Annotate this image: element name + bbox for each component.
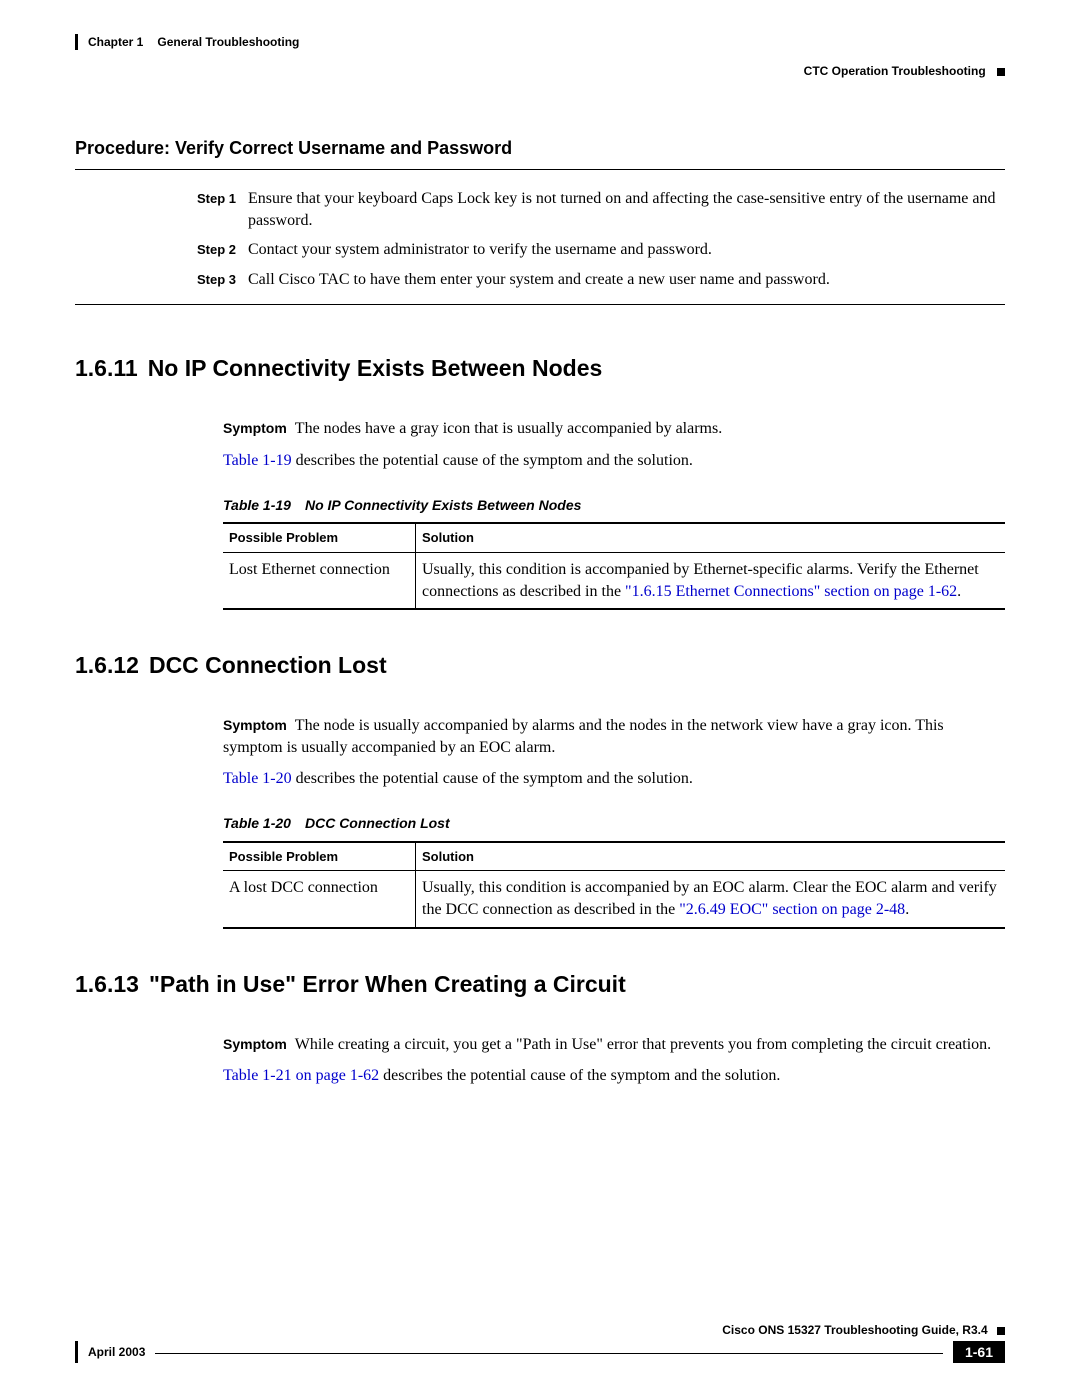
- trouble-table: Possible Problem Solution Lost Ethernet …: [223, 522, 1005, 610]
- section-title: DCC Connection Lost: [149, 652, 387, 679]
- cell-solution: Usually, this condition is accompanied b…: [416, 553, 1006, 610]
- th-solution: Solution: [416, 842, 1006, 871]
- sol-link[interactable]: "1.6.15 Ethernet Connections" section on…: [625, 583, 957, 600]
- section-1-6-11: 1.6.11 No IP Connectivity Exists Between…: [75, 355, 1005, 610]
- chapter-label: Chapter 1: [88, 35, 143, 49]
- section-body: Symptom The nodes have a gray icon that …: [223, 418, 1005, 610]
- desc-after: describes the potential cause of the sym…: [292, 770, 693, 787]
- footer-rule: [155, 1353, 943, 1354]
- table-ref-link[interactable]: Table 1-21 on page 1-62: [223, 1067, 379, 1084]
- desc-para: Table 1-19 describes the potential cause…: [223, 450, 1005, 472]
- footer-bottom-row: April 2003 1-61: [75, 1341, 1005, 1363]
- footer-bar-icon: [75, 1341, 78, 1363]
- sol-after: .: [957, 583, 961, 600]
- caption-title: No IP Connectivity Exists Between Nodes: [305, 497, 581, 513]
- header-bar-icon: [75, 34, 78, 50]
- step-text: Call Cisco TAC to have them enter your s…: [248, 269, 1005, 291]
- table-ref-link[interactable]: Table 1-19: [223, 452, 292, 469]
- symptom-para: Symptom While creating a circuit, you ge…: [223, 1034, 1005, 1056]
- section-heading: 1.6.11 No IP Connectivity Exists Between…: [75, 355, 1005, 382]
- section-heading: 1.6.13 "Path in Use" Error When Creating…: [75, 971, 1005, 998]
- procedure-title: Procedure: Verify Correct Username and P…: [75, 138, 1005, 159]
- steps-list: Step 1 Ensure that your keyboard Caps Lo…: [161, 188, 1005, 290]
- th-problem: Possible Problem: [223, 842, 416, 871]
- symptom-text: The node is usually accompanied by alarm…: [223, 717, 944, 756]
- step-text: Ensure that your keyboard Caps Lock key …: [248, 188, 1005, 231]
- symptom-label: Symptom: [223, 1036, 287, 1052]
- symptom-para: Symptom The node is usually accompanied …: [223, 715, 1005, 758]
- section-body: Symptom The node is usually accompanied …: [223, 715, 1005, 928]
- desc-after: describes the potential cause of the sym…: [379, 1067, 780, 1084]
- section-num: 1.6.13: [75, 971, 139, 998]
- trouble-table: Possible Problem Solution A lost DCC con…: [223, 841, 1005, 929]
- symptom-text: The nodes have a gray icon that is usual…: [295, 420, 722, 437]
- section-num: 1.6.11: [75, 355, 138, 382]
- th-problem: Possible Problem: [223, 523, 416, 552]
- divider: [75, 304, 1005, 305]
- section-heading: 1.6.12 DCC Connection Lost: [75, 652, 1005, 679]
- desc-para: Table 1-20 describes the potential cause…: [223, 768, 1005, 790]
- caption-num: Table 1-19: [223, 497, 291, 513]
- square-icon: [997, 1327, 1005, 1335]
- symptom-label: Symptom: [223, 717, 287, 733]
- table-ref-link[interactable]: Table 1-20: [223, 770, 292, 787]
- square-icon: [997, 68, 1005, 76]
- header-sub: CTC Operation Troubleshooting: [75, 64, 1005, 78]
- footer: Cisco ONS 15327 Troubleshooting Guide, R…: [75, 1323, 1005, 1363]
- th-solution: Solution: [416, 523, 1006, 552]
- sol-link[interactable]: "2.6.49 EOC" section on page 2-48: [679, 901, 905, 918]
- sol-after: .: [905, 901, 909, 918]
- table-caption: Table 1-19 No IP Connectivity Exists Betw…: [223, 496, 1005, 515]
- symptom-text: While creating a circuit, you get a "Pat…: [295, 1036, 991, 1053]
- step-label: Step 3: [161, 269, 248, 291]
- header-row: Chapter 1 General Troubleshooting: [75, 34, 1005, 50]
- section-body: Symptom While creating a circuit, you ge…: [223, 1034, 1005, 1087]
- section-num: 1.6.12: [75, 652, 139, 679]
- step-row: Step 3 Call Cisco TAC to have them enter…: [161, 269, 1005, 291]
- desc-para: Table 1-21 on page 1-62 describes the po…: [223, 1065, 1005, 1087]
- desc-after: describes the potential cause of the sym…: [292, 452, 693, 469]
- content: Procedure: Verify Correct Username and P…: [75, 138, 1005, 1087]
- step-label: Step 2: [161, 239, 248, 261]
- cell-problem: Lost Ethernet connection: [223, 553, 416, 610]
- page-number: 1-61: [953, 1341, 1005, 1363]
- step-text: Contact your system administrator to ver…: [248, 239, 1005, 261]
- symptom-label: Symptom: [223, 420, 287, 436]
- table-row: Lost Ethernet connection Usually, this c…: [223, 553, 1005, 610]
- table-caption: Table 1-20 DCC Connection Lost: [223, 814, 1005, 833]
- table-row: A lost DCC connection Usually, this cond…: [223, 871, 1005, 928]
- footer-date: April 2003: [88, 1345, 145, 1359]
- caption-title: DCC Connection Lost: [305, 815, 450, 831]
- step-row: Step 2 Contact your system administrator…: [161, 239, 1005, 261]
- step-label: Step 1: [161, 188, 248, 231]
- caption-num: Table 1-20: [223, 815, 291, 831]
- footer-guide: Cisco ONS 15327 Troubleshooting Guide, R…: [722, 1323, 987, 1337]
- divider: [75, 169, 1005, 170]
- step-row: Step 1 Ensure that your keyboard Caps Lo…: [161, 188, 1005, 231]
- cell-solution: Usually, this condition is accompanied b…: [416, 871, 1006, 928]
- cell-problem: A lost DCC connection: [223, 871, 416, 928]
- section-title: No IP Connectivity Exists Between Nodes: [148, 355, 603, 382]
- section-1-6-12: 1.6.12 DCC Connection Lost Symptom The n…: [75, 652, 1005, 928]
- subheader-text: CTC Operation Troubleshooting: [804, 64, 986, 78]
- footer-guide-row: Cisco ONS 15327 Troubleshooting Guide, R…: [75, 1323, 1005, 1337]
- chapter-title: General Troubleshooting: [157, 35, 299, 49]
- symptom-para: Symptom The nodes have a gray icon that …: [223, 418, 1005, 440]
- section-1-6-13: 1.6.13 "Path in Use" Error When Creating…: [75, 971, 1005, 1087]
- section-title: "Path in Use" Error When Creating a Circ…: [149, 971, 626, 998]
- page: Chapter 1 General Troubleshooting CTC Op…: [0, 0, 1080, 1397]
